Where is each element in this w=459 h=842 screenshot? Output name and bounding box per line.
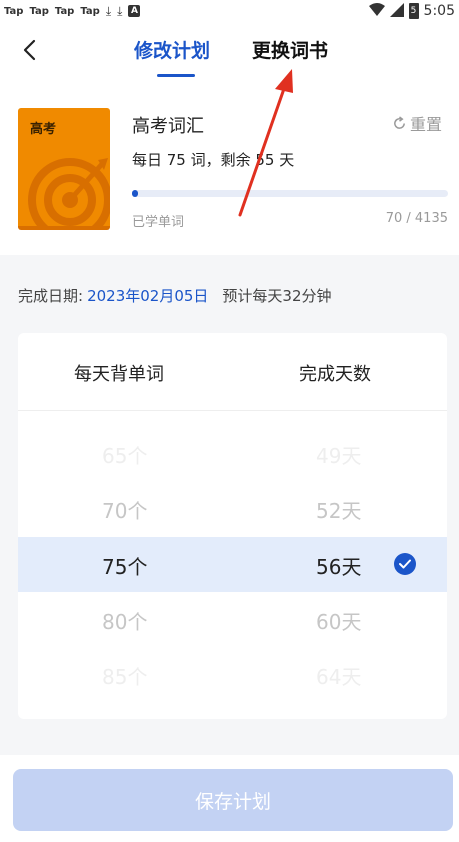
picker-option[interactable]: 80个 60天 <box>18 592 447 647</box>
words-option: 85个 <box>102 665 148 689</box>
tab-modify-plan[interactable]: 修改计划 <box>134 36 210 63</box>
download-icon: ⤓ <box>105 3 112 18</box>
tab-change-book[interactable]: 更换词书 <box>252 36 328 63</box>
book-info: 高考 高考词汇 重置 每日 75 词，剩余 55 天 已学单词 70 / 413… <box>0 95 459 255</box>
plan-summary: 每日 75 词，剩余 55 天 <box>132 151 295 169</box>
finish-date-label: 完成日期: <box>18 287 84 305</box>
status-bar: Tap Tap Tap Tap ⤓ ⤓ A 5 5:05 <box>0 0 459 22</box>
learned-words-label: 已学单词 <box>132 215 185 230</box>
status-notifications: Tap Tap Tap Tap ⤓ ⤓ A <box>4 3 141 19</box>
status-system: 5 5:05 <box>368 2 455 20</box>
book-cover: 高考 <box>18 108 110 230</box>
top-nav: 修改计划 更换词书 <box>0 22 459 80</box>
reset-label: 重置 <box>410 115 443 134</box>
completion-days-header: 完成天数 <box>299 364 371 385</box>
daily-time-estimate: 预计每天32分钟 <box>222 287 332 305</box>
check-icon <box>394 553 416 575</box>
picker-option[interactable]: 65个 49天 <box>18 426 447 481</box>
signal-icon <box>389 2 404 20</box>
notification-label: Tap <box>4 5 24 17</box>
app-notification-icon: A <box>128 5 141 17</box>
words-option: 70个 <box>102 499 148 523</box>
plan-picker[interactable]: 每天背单词 完成天数 65个 49天 70个 52天 75个 56天 80个 6… <box>18 333 447 719</box>
notification-label: Tap <box>54 5 75 17</box>
wifi-icon <box>368 2 385 20</box>
learning-progress-fill <box>132 190 139 197</box>
refresh-icon <box>394 115 405 129</box>
words-option: 65个 <box>102 444 148 468</box>
reset-button[interactable]: 重置 <box>392 111 442 135</box>
learning-progress-bar <box>132 190 448 197</box>
picker-option[interactable]: 70个 52天 <box>18 481 447 536</box>
active-tab-indicator <box>157 74 195 77</box>
finish-date-value: 2023年02月05日 <box>87 287 209 305</box>
days-option: 49天 <box>316 444 362 468</box>
download-icon: ⤓ <box>117 3 123 18</box>
book-name: 高考词汇 <box>132 116 204 137</box>
words-option: 75个 <box>102 555 148 579</box>
target-icon <box>28 158 110 226</box>
learned-words-count: 70 / 4135 <box>385 211 448 226</box>
chevron-left-icon <box>23 39 36 61</box>
days-option: 52天 <box>316 499 362 523</box>
days-option: 60天 <box>316 610 362 634</box>
save-plan-button[interactable]: 保存计划 <box>13 769 453 831</box>
back-button[interactable] <box>14 32 44 68</box>
battery-icon: 5 <box>408 3 419 19</box>
finish-info: 完成日期: 2023年02月05日 预计每天32分钟 <box>18 285 332 306</box>
picker-header: 每天背单词 完成天数 <box>18 333 447 411</box>
words-per-day-header: 每天背单词 <box>74 364 164 385</box>
notification-label: Tap <box>80 5 100 17</box>
notification-label: Tap <box>29 5 49 17</box>
status-clock: 5:05 <box>423 3 455 19</box>
days-option: 64天 <box>316 665 362 689</box>
days-option: 56天 <box>316 555 362 579</box>
picker-option-selected[interactable]: 75个 56天 <box>18 537 447 592</box>
words-option: 80个 <box>102 610 148 634</box>
picker-option[interactable]: 85个 64天 <box>18 647 447 702</box>
